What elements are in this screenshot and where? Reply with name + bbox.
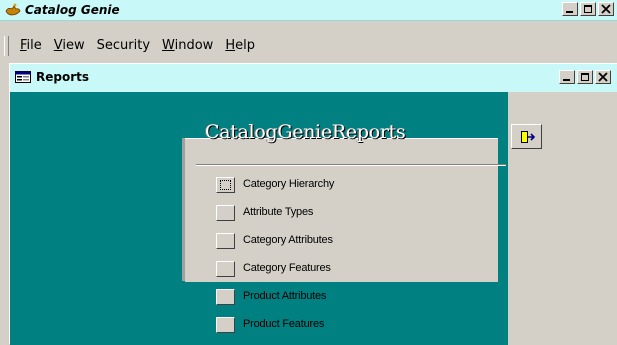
header-divider — [196, 164, 506, 166]
close-icon — [598, 72, 608, 82]
restore-button[interactable] — [580, 2, 596, 16]
menu-help[interactable]: Help — [219, 38, 261, 54]
menu-list: File View Security Window Help — [14, 38, 261, 54]
reports-title: Reports — [36, 70, 90, 84]
report-label: Product Features — [243, 318, 325, 330]
report-label: Category Attributes — [243, 234, 333, 246]
app-window-controls — [562, 2, 614, 16]
exit-door-icon — [521, 131, 535, 143]
minimize-icon — [563, 79, 570, 81]
reports-title-bar[interactable]: Reports — [10, 64, 617, 88]
menu-file[interactable]: File — [14, 38, 48, 54]
report-button-product-attributes[interactable] — [216, 289, 235, 305]
report-button-product-features[interactable] — [216, 317, 235, 333]
minimize-button[interactable] — [562, 2, 578, 16]
report-button-category-hierarchy[interactable] — [216, 177, 235, 193]
minimize-icon — [566, 11, 573, 13]
exit-button[interactable] — [511, 124, 542, 149]
reports-close-button[interactable] — [595, 70, 611, 84]
report-label: Attribute Types — [243, 206, 314, 218]
genie-lamp-icon — [5, 3, 21, 16]
menu-view[interactable]: View — [48, 38, 91, 54]
close-button[interactable] — [598, 2, 614, 16]
reports-restore-button[interactable] — [577, 70, 593, 84]
menu-security[interactable]: Security — [91, 38, 156, 54]
report-button-category-attributes[interactable] — [216, 233, 235, 249]
reports-window-controls — [559, 70, 611, 84]
menu-bar: File View Security Window Help — [0, 21, 617, 61]
restore-icon — [584, 5, 592, 13]
report-label: Product Attributes — [243, 290, 327, 302]
menu-window[interactable]: Window — [156, 38, 219, 54]
form-icon — [15, 71, 31, 83]
reports-header: CatalogGenieReports — [205, 121, 406, 143]
close-icon — [601, 4, 611, 14]
menu-grip[interactable] — [4, 36, 9, 56]
report-label: Category Hierarchy — [243, 178, 335, 190]
app-title: Catalog Genie — [25, 3, 120, 17]
reports-minimize-button[interactable] — [559, 70, 575, 84]
app-title-bar[interactable]: Catalog Genie — [0, 0, 617, 21]
report-button-attribute-types[interactable] — [216, 205, 235, 221]
report-label: Category Features — [243, 262, 331, 274]
report-button-category-features[interactable] — [216, 261, 235, 277]
restore-icon — [581, 73, 589, 81]
